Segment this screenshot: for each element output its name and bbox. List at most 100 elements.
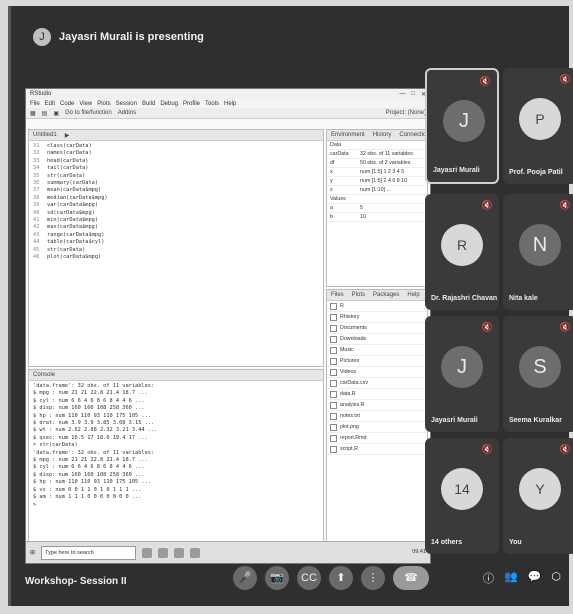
file-icon xyxy=(330,324,337,332)
shared-screen[interactable]: RStudio — □ ✕ File Edit Code View Plots Sessi… xyxy=(25,88,461,564)
env-row[interactable]: x num [1:5] 1 2 3 4 5 xyxy=(327,168,427,177)
addins-menu[interactable]: Addins xyxy=(118,110,136,116)
open-file-icon[interactable]: ▤ xyxy=(42,110,48,117)
new-file-icon[interactable]: ▦ xyxy=(30,110,36,117)
file-row[interactable]: Pictures xyxy=(327,356,427,367)
participant-tile[interactable]: J Jayasri Murali 🔇 xyxy=(425,68,499,184)
code-line: 46 plot(carData$mpg) xyxy=(33,254,319,261)
participant-name: 14 others xyxy=(431,539,463,546)
menu-item[interactable]: File xyxy=(30,101,40,107)
file-row[interactable]: report.Rmd xyxy=(327,433,427,444)
console-tab[interactable]: Console xyxy=(33,372,55,378)
file-row[interactable]: notes.txt xyxy=(327,411,427,422)
env-name: Values xyxy=(330,196,346,202)
more-options-button[interactable]: ⋮ xyxy=(361,566,385,590)
windows-taskbar: ⊞ Type here to search 09:41 xyxy=(26,541,430,563)
files-tab[interactable]: Help xyxy=(407,292,419,298)
env-row[interactable]: z num [1:10] ... xyxy=(327,186,427,195)
env-tab[interactable]: History xyxy=(373,132,392,138)
line-text: sd(carData$mpg) xyxy=(47,209,95,216)
files-pane[interactable]: FilesPlotsPackagesHelpViewer RRhistoryDo… xyxy=(326,289,446,561)
env-row[interactable]: y num [1:5] 2 4 6 8 10 xyxy=(327,177,427,186)
participant-tile[interactable]: N Nita kale 🔇 xyxy=(503,194,573,310)
line-number: 39 xyxy=(33,202,40,209)
console-pane[interactable]: Console 'data.frame': 32 obs. of 11 vari… xyxy=(28,369,324,557)
files-tab[interactable]: Files xyxy=(331,292,344,298)
info-icon[interactable]: ⓘ xyxy=(483,570,494,586)
participant-tile[interactable]: 14 14 others 🔇 xyxy=(425,438,499,554)
env-tab[interactable]: Environment xyxy=(331,132,365,138)
file-row[interactable]: data.R xyxy=(327,389,427,400)
file-row[interactable]: Music xyxy=(327,345,427,356)
file-row[interactable]: plot.png xyxy=(327,422,427,433)
file-row[interactable]: Downloads xyxy=(327,334,427,345)
participant-tile[interactable]: R Dr. Rajashri Chavan 🔇 xyxy=(425,194,499,310)
run-icon[interactable]: ▶ xyxy=(65,132,70,139)
people-icon[interactable]: 👥 xyxy=(504,570,518,586)
file-row[interactable]: Rhistory xyxy=(327,312,427,323)
goto-file-input[interactable]: Go to file/function xyxy=(65,110,112,116)
participant-tile[interactable]: S Seema Kuralkar 🔇 xyxy=(503,316,573,432)
line-number: 41 xyxy=(33,217,40,224)
env-name: y xyxy=(330,178,333,184)
mic-button[interactable]: 🎤 xyxy=(233,566,257,590)
save-icon[interactable]: ▣ xyxy=(53,110,59,117)
menu-item[interactable]: View xyxy=(79,101,92,107)
console-line: $ hp : num 110 110 93 110 175 105 ... xyxy=(33,412,151,419)
line-number: 37 xyxy=(33,187,40,194)
maximize-icon[interactable]: □ xyxy=(411,91,415,98)
console-line: $ drat: num 3.9 3.9 3.85 3.08 3.15 ... xyxy=(33,420,155,427)
camera-button[interactable]: 📷 xyxy=(265,566,289,590)
participant-tile[interactable]: Y You 🔇 xyxy=(503,438,573,554)
chat-icon[interactable]: 💬 xyxy=(528,570,542,586)
end-call-button[interactable]: ☎ xyxy=(393,566,429,590)
env-row[interactable]: carData 32 obs. of 11 variables xyxy=(327,150,427,159)
taskbar-app-icon[interactable] xyxy=(190,547,201,558)
file-row[interactable]: Videos xyxy=(327,367,427,378)
taskbar-app-icon[interactable] xyxy=(174,547,185,558)
file-row[interactable]: script.R xyxy=(327,444,427,455)
menu-item[interactable]: Help xyxy=(224,101,236,107)
menu-item[interactable]: Code xyxy=(60,101,74,107)
line-number: 31 xyxy=(33,143,40,149)
minimize-icon[interactable]: — xyxy=(399,91,405,98)
activities-icon[interactable]: ⬡ xyxy=(551,570,561,586)
menu-item[interactable]: Edit xyxy=(45,101,55,107)
file-row[interactable]: carData.csv xyxy=(327,378,427,389)
console-line: $ disp: num 160 160 108 258 360 ... xyxy=(33,405,145,412)
taskbar-search[interactable]: Type here to search xyxy=(41,545,137,560)
files-tab[interactable]: Packages xyxy=(373,292,399,298)
source-pane[interactable]: Untitled1 ▶ 31 class(carData) 32 names(carD… xyxy=(28,129,324,367)
menu-item[interactable]: Plots xyxy=(97,101,110,107)
present-button[interactable]: ⬆ xyxy=(329,566,353,590)
environment-list: Data carData 32 obs. of 11 variables df 50 o… xyxy=(327,141,427,222)
console-line: $ mpg : num 21 21 22.8 21.4 18.7 ... xyxy=(33,457,148,464)
file-row[interactable]: R xyxy=(327,301,427,312)
captions-button[interactable]: CC xyxy=(297,566,321,590)
line-text: head(carData) xyxy=(47,157,89,164)
file-row[interactable]: Documents xyxy=(327,323,427,334)
menu-item[interactable]: Profile xyxy=(183,101,200,107)
console-output[interactable]: 'data.frame': 32 obs. of 11 variables: $… xyxy=(29,381,323,511)
code-editor[interactable]: 31 class(carData) 32 names(carData) 33 head(c… xyxy=(29,141,323,264)
menu-item[interactable]: Debug xyxy=(160,101,178,107)
participant-tile[interactable]: P Prof. Pooja Patil 🔇 xyxy=(503,68,573,184)
file-row[interactable]: analysis.R xyxy=(327,400,427,411)
start-icon[interactable]: ⊞ xyxy=(30,549,35,556)
env-row[interactable]: Values xyxy=(327,195,427,204)
participant-tile[interactable]: J Jayasri Murali 🔇 xyxy=(425,316,499,432)
env-row[interactable]: a5 xyxy=(327,204,427,213)
menu-item[interactable]: Tools xyxy=(205,101,219,107)
env-row[interactable]: df 50 obs. of 2 variables xyxy=(327,159,427,168)
menu-item[interactable]: Build xyxy=(142,101,155,107)
project-menu[interactable]: Project: (None) xyxy=(386,110,430,116)
env-row[interactable]: b 10 xyxy=(327,213,427,222)
taskbar-app-icon[interactable] xyxy=(142,547,153,558)
line-number: 33 xyxy=(33,157,40,164)
environment-pane[interactable]: EnvironmentHistoryConnectionsTutorial Da… xyxy=(326,129,461,287)
source-tab[interactable]: Untitled1 xyxy=(33,132,57,138)
files-tab[interactable]: Plots xyxy=(352,292,365,298)
env-row[interactable]: Data xyxy=(327,141,427,150)
menu-item[interactable]: Session xyxy=(116,101,137,107)
taskbar-app-icon[interactable] xyxy=(158,547,169,558)
